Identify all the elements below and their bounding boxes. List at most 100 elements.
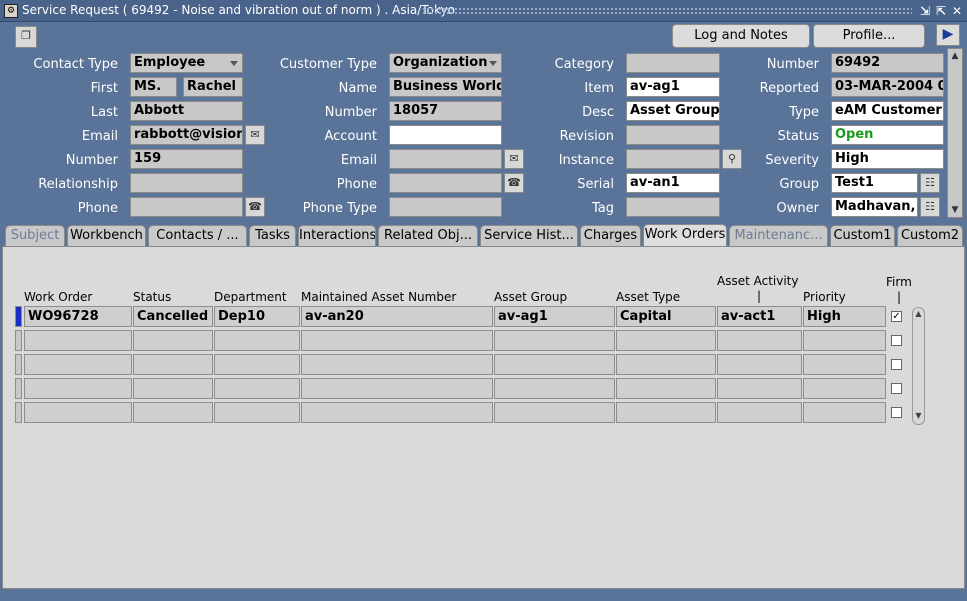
cell-work-order[interactable]: WO96728 <box>24 306 132 327</box>
tab-maintenance[interactable]: Maintenanc... <box>729 225 828 247</box>
item-field[interactable]: av-ag1 <box>626 77 720 97</box>
cell-asset-type[interactable]: Capital <box>616 306 716 327</box>
cell-asset-type[interactable] <box>616 378 716 399</box>
tab-custom1[interactable]: Custom1 <box>830 225 895 247</box>
desc-field[interactable]: Asset Group #1 <box>626 101 720 121</box>
tab-related-objects[interactable]: Related Obj... <box>378 225 478 247</box>
customer-name-field[interactable]: Business World - . <box>389 77 502 97</box>
tab-custom2[interactable]: Custom2 <box>897 225 963 247</box>
cell-maintained-asset[interactable] <box>301 354 493 375</box>
tab-charges[interactable]: Charges <box>580 225 641 247</box>
cell-priority[interactable] <box>803 354 886 375</box>
cell-maintained-asset[interactable] <box>301 402 493 423</box>
cell-priority[interactable] <box>803 402 886 423</box>
cell-asset-type[interactable] <box>616 402 716 423</box>
severity-field[interactable]: High <box>831 149 944 169</box>
row-indicator[interactable] <box>15 354 22 375</box>
customer-phone-field[interactable] <box>389 173 502 193</box>
relationship-field[interactable] <box>130 173 243 193</box>
firm-checkbox[interactable] <box>891 335 902 346</box>
last-name-field[interactable]: Abbott <box>130 101 243 121</box>
cell-status[interactable] <box>133 354 213 375</box>
cell-asset-activity[interactable] <box>717 354 802 375</box>
profile-button[interactable]: Profile... <box>813 24 925 48</box>
cell-department[interactable] <box>214 378 300 399</box>
instance-field[interactable] <box>626 149 720 169</box>
group-field[interactable]: Test1 <box>831 173 918 193</box>
cell-asset-activity[interactable] <box>717 378 802 399</box>
tab-workbench[interactable]: Workbench <box>67 225 146 247</box>
cell-asset-group[interactable] <box>494 378 615 399</box>
cell-priority[interactable] <box>803 378 886 399</box>
scroll-up-icon[interactable]: ▲ <box>949 50 961 62</box>
request-number-field[interactable]: 69492 <box>831 53 944 73</box>
cell-asset-activity[interactable]: av-act1 <box>717 306 802 327</box>
tab-interactions[interactable]: Interactions <box>298 225 376 247</box>
copy-icon[interactable]: ❐ <box>15 26 37 48</box>
table-scrollbar[interactable]: ▲ ▼ <box>912 307 925 425</box>
tab-subject[interactable]: Subject <box>5 225 65 247</box>
cell-asset-group[interactable] <box>494 402 615 423</box>
cell-asset-group[interactable] <box>494 354 615 375</box>
cell-priority[interactable] <box>803 330 886 351</box>
firm-checkbox[interactable] <box>891 407 902 418</box>
tab-contacts[interactable]: Contacts / ... <box>148 225 247 247</box>
cell-department[interactable] <box>214 354 300 375</box>
customer-email-field[interactable] <box>389 149 502 169</box>
tab-work-orders[interactable]: Work Orders <box>643 224 727 248</box>
tab-tasks[interactable]: Tasks <box>249 225 296 247</box>
contact-phone-field[interactable] <box>130 197 243 217</box>
customer-type-field[interactable]: Organization <box>389 53 502 73</box>
minimize-icon[interactable]: ⇲ <box>918 4 932 18</box>
cell-status[interactable]: Cancelled <box>133 306 213 327</box>
owner-field[interactable]: Madhavan, M <box>831 197 918 217</box>
cell-status[interactable] <box>133 330 213 351</box>
cell-status[interactable] <box>133 378 213 399</box>
cell-maintained-asset[interactable] <box>301 330 493 351</box>
cell-priority[interactable]: High <box>803 306 886 327</box>
row-indicator[interactable] <box>15 378 22 399</box>
close-icon[interactable]: ✕ <box>950 4 964 18</box>
contact-type-field[interactable]: Employee <box>130 53 243 73</box>
cell-department[interactable]: Dep10 <box>214 306 300 327</box>
cell-asset-activity[interactable] <box>717 330 802 351</box>
firm-checkbox[interactable] <box>891 359 902 370</box>
request-type-field[interactable]: eAM Customer Re <box>831 101 944 121</box>
status-field[interactable]: Open <box>831 125 944 145</box>
serial-field[interactable]: av-an1 <box>626 173 720 193</box>
cell-asset-type[interactable] <box>616 330 716 351</box>
tab-service-history[interactable]: Service Hist... <box>480 225 578 247</box>
next-arrow-icon[interactable]: ▶ <box>936 24 960 46</box>
cell-maintained-asset[interactable] <box>301 378 493 399</box>
cell-department[interactable] <box>214 330 300 351</box>
contact-email-field[interactable]: rabbott@visionhr. <box>130 125 243 145</box>
table-scroll-up-icon[interactable]: ▲ <box>914 309 923 318</box>
maximize-icon[interactable]: ⇱ <box>934 4 948 18</box>
scroll-down-icon[interactable]: ▼ <box>949 204 961 216</box>
header-scrollbar[interactable]: ▲ ▼ <box>947 48 963 218</box>
log-notes-button[interactable]: Log and Notes <box>672 24 810 48</box>
row-indicator[interactable] <box>15 330 22 351</box>
first-name-field[interactable]: Rachel <box>183 77 243 97</box>
row-indicator[interactable] <box>15 306 22 327</box>
cell-work-order[interactable] <box>24 402 132 423</box>
firm-checkbox[interactable]: ✓ <box>891 311 902 322</box>
phone-type-field[interactable] <box>389 197 502 217</box>
title-bar[interactable]: ⚙ Service Request ( 69492 - Noise and vi… <box>0 0 967 22</box>
owner-lookup-icon[interactable]: ☷ <box>920 197 940 217</box>
cell-work-order[interactable] <box>24 354 132 375</box>
account-field[interactable] <box>389 125 502 145</box>
cell-asset-group[interactable]: av-ag1 <box>494 306 615 327</box>
customer-number-field[interactable]: 18057 <box>389 101 502 121</box>
reported-field[interactable]: 03-MAR-2004 07:3 <box>831 77 944 97</box>
category-field[interactable] <box>626 53 720 73</box>
cell-maintained-asset[interactable]: av-an20 <box>301 306 493 327</box>
group-lookup-icon[interactable]: ☷ <box>920 173 940 193</box>
cell-asset-activity[interactable] <box>717 402 802 423</box>
revision-field[interactable] <box>626 125 720 145</box>
cell-department[interactable] <box>214 402 300 423</box>
contact-number-field[interactable]: 159 <box>130 149 243 169</box>
cell-asset-type[interactable] <box>616 354 716 375</box>
cell-status[interactable] <box>133 402 213 423</box>
cell-asset-group[interactable] <box>494 330 615 351</box>
